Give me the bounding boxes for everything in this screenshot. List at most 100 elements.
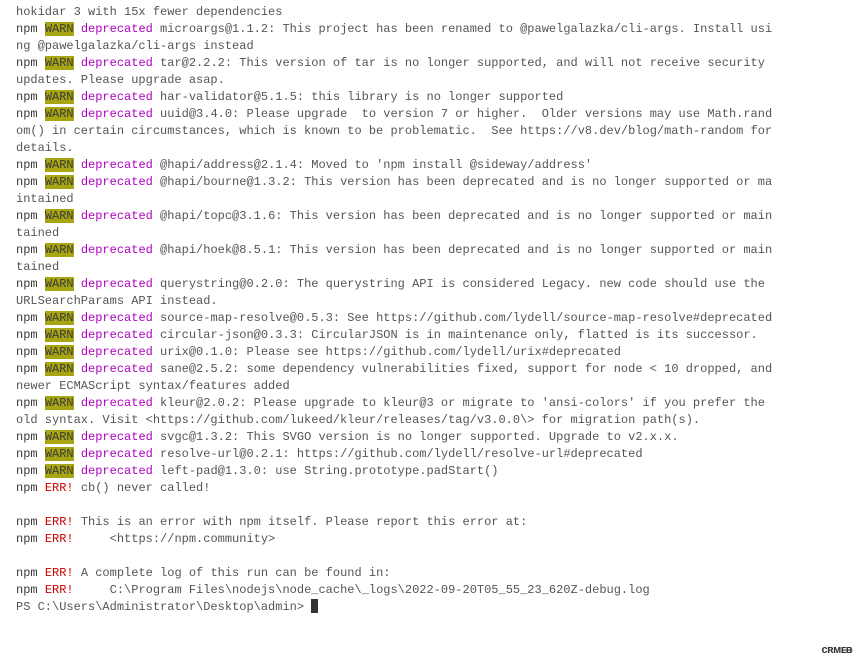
terminal-text: This is an error with npm itself. Please… <box>81 515 527 529</box>
warn-label: WARN <box>45 107 74 121</box>
npm-label: npm <box>16 328 38 342</box>
terminal-line: npm WARN deprecated urix@0.1.0: Please s… <box>16 344 774 361</box>
warn-label: WARN <box>45 277 74 291</box>
terminal-text: svgc@1.3.2: This SVGO version is no long… <box>160 430 678 444</box>
terminal-blank-line <box>16 548 774 565</box>
terminal-line: npm ERR! This is an error with npm itsel… <box>16 514 774 531</box>
deprecated-label: deprecated <box>81 345 153 359</box>
terminal-text: @hapi/address@2.1.4: Moved to 'npm insta… <box>160 158 592 172</box>
deprecated-label: deprecated <box>81 90 153 104</box>
err-label: ERR! <box>45 515 74 529</box>
terminal-line: npm WARN deprecated @hapi/bourne@1.3.2: … <box>16 174 774 208</box>
deprecated-label: deprecated <box>81 175 153 189</box>
deprecated-label: deprecated <box>81 362 153 376</box>
terminal-line: npm WARN deprecated circular-json@0.3.3:… <box>16 327 774 344</box>
terminal-line: npm ERR! C:\Program Files\nodejs\node_ca… <box>16 582 774 599</box>
terminal-text: cb() never called! <box>81 481 211 495</box>
deprecated-label: deprecated <box>81 22 153 36</box>
terminal-line: npm ERR! <https://npm.community> <box>16 531 774 548</box>
terminal-text: source-map-resolve@0.5.3: See https://gi… <box>160 311 772 325</box>
npm-label: npm <box>16 175 38 189</box>
npm-label: npm <box>16 277 38 291</box>
warn-label: WARN <box>45 362 74 376</box>
terminal-line: npm WARN deprecated left-pad@1.3.0: use … <box>16 463 774 480</box>
npm-label: npm <box>16 566 38 580</box>
terminal-line: npm WARN deprecated tar@2.2.2: This vers… <box>16 55 774 89</box>
deprecated-label: deprecated <box>81 464 153 478</box>
err-label: ERR! <box>45 566 74 580</box>
terminal-line: npm WARN deprecated sane@2.5.2: some dep… <box>16 361 774 395</box>
terminal-text: circular-json@0.3.3: CircularJSON is in … <box>160 328 758 342</box>
npm-label: npm <box>16 396 38 410</box>
watermark-logo: ᴄʀᴍᴇᴃ <box>822 644 852 656</box>
err-label: ERR! <box>45 481 74 495</box>
terminal-text: har-validator@5.1.5: this library is no … <box>160 90 563 104</box>
npm-label: npm <box>16 430 38 444</box>
terminal-text: <https://npm.community> <box>81 532 275 546</box>
terminal-line: npm WARN deprecated svgc@1.3.2: This SVG… <box>16 429 774 446</box>
npm-label: npm <box>16 515 38 529</box>
deprecated-label: deprecated <box>81 430 153 444</box>
terminal-line: npm WARN deprecated kleur@2.0.2: Please … <box>16 395 774 429</box>
npm-label: npm <box>16 345 38 359</box>
warn-label: WARN <box>45 175 74 189</box>
terminal-line: npm ERR! A complete log of this run can … <box>16 565 774 582</box>
err-label: ERR! <box>45 583 74 597</box>
warn-label: WARN <box>45 345 74 359</box>
npm-label: npm <box>16 158 38 172</box>
err-label: ERR! <box>45 532 74 546</box>
npm-label: npm <box>16 107 38 121</box>
terminal-line: npm WARN deprecated @hapi/hoek@8.5.1: Th… <box>16 242 774 276</box>
terminal-text: resolve-url@0.2.1: https://github.com/ly… <box>160 447 642 461</box>
npm-label: npm <box>16 362 38 376</box>
warn-label: WARN <box>45 56 74 70</box>
warn-label: WARN <box>45 396 74 410</box>
terminal-line: npm WARN deprecated @hapi/address@2.1.4:… <box>16 157 774 174</box>
warn-label: WARN <box>45 328 74 342</box>
warn-label: WARN <box>45 209 74 223</box>
npm-label: npm <box>16 90 38 104</box>
npm-label: npm <box>16 56 38 70</box>
terminal-text: left-pad@1.3.0: use String.prototype.pad… <box>160 464 498 478</box>
terminal-line: npm WARN deprecated @hapi/topc@3.1.6: Th… <box>16 208 774 242</box>
npm-label: npm <box>16 532 38 546</box>
terminal-line: npm WARN deprecated microargs@1.1.2: Thi… <box>16 21 774 55</box>
warn-label: WARN <box>45 430 74 444</box>
warn-label: WARN <box>45 311 74 325</box>
deprecated-label: deprecated <box>81 158 153 172</box>
warn-label: WARN <box>45 158 74 172</box>
deprecated-label: deprecated <box>81 243 153 257</box>
deprecated-label: deprecated <box>81 107 153 121</box>
terminal-blank-line <box>16 497 774 514</box>
terminal-text: C:\Program Files\nodejs\node_cache\_logs… <box>81 583 650 597</box>
deprecated-label: deprecated <box>81 209 153 223</box>
terminal-text: urix@0.1.0: Please see https://github.co… <box>160 345 621 359</box>
terminal-line: npm WARN deprecated uuid@3.4.0: Please u… <box>16 106 774 157</box>
deprecated-label: deprecated <box>81 447 153 461</box>
npm-label: npm <box>16 464 38 478</box>
terminal-line: npm WARN deprecated source-map-resolve@0… <box>16 310 774 327</box>
npm-label: npm <box>16 22 38 36</box>
deprecated-label: deprecated <box>81 396 153 410</box>
shell-prompt: PS C:\Users\Administrator\Desktop\admin> <box>16 600 311 614</box>
terminal-line: npm WARN deprecated resolve-url@0.2.1: h… <box>16 446 774 463</box>
terminal-line: hokidar 3 with 15x fewer dependencies <box>16 4 774 21</box>
warn-label: WARN <box>45 447 74 461</box>
terminal-prompt-line: PS C:\Users\Administrator\Desktop\admin> <box>16 599 774 616</box>
warn-label: WARN <box>45 243 74 257</box>
npm-label: npm <box>16 447 38 461</box>
npm-label: npm <box>16 311 38 325</box>
terminal-text: A complete log of this run can be found … <box>81 566 391 580</box>
terminal-line: npm WARN deprecated querystring@0.2.0: T… <box>16 276 774 310</box>
deprecated-label: deprecated <box>81 277 153 291</box>
npm-label: npm <box>16 243 38 257</box>
npm-label: npm <box>16 209 38 223</box>
deprecated-label: deprecated <box>81 311 153 325</box>
terminal-output[interactable]: hokidar 3 with 15x fewer dependenciesnpm… <box>0 0 784 620</box>
npm-label: npm <box>16 583 38 597</box>
warn-label: WARN <box>45 22 74 36</box>
cursor[interactable] <box>311 599 318 613</box>
deprecated-label: deprecated <box>81 56 153 70</box>
terminal-line: npm ERR! cb() never called! <box>16 480 774 497</box>
warn-label: WARN <box>45 90 74 104</box>
